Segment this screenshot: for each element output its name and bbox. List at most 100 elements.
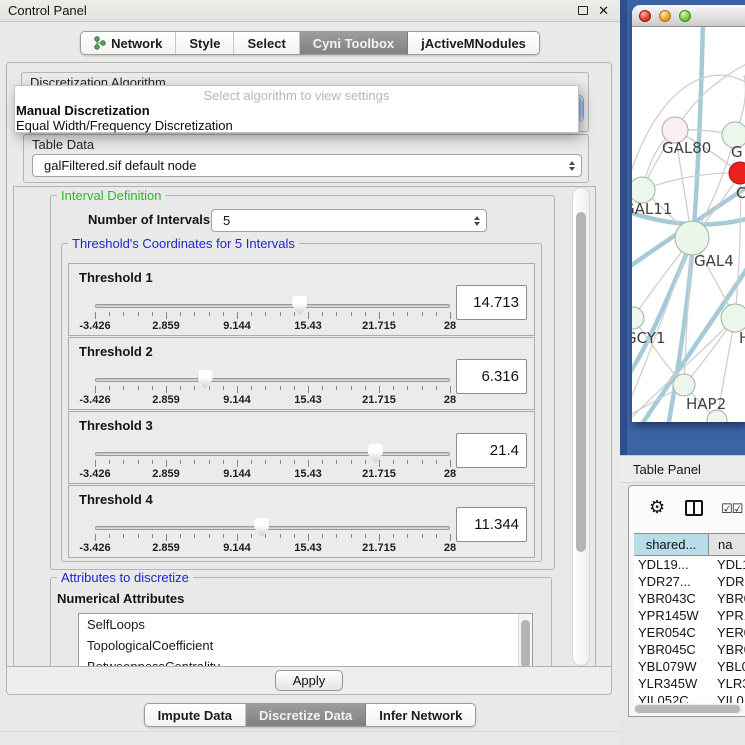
- threshold-value-field[interactable]: 14.713: [456, 285, 527, 320]
- table-row[interactable]: YBR043CYBR0: [634, 591, 745, 608]
- list-scrollbar[interactable]: [518, 614, 532, 668]
- slider-track[interactable]: [95, 304, 450, 308]
- table-row[interactable]: YBL079WYBL0: [634, 659, 745, 676]
- cell-name[interactable]: YDR2: [710, 574, 745, 591]
- tab-label: Network: [111, 36, 162, 51]
- tab-infer-network[interactable]: Infer Network: [366, 704, 475, 726]
- table-data-combo[interactable]: galFiltered.sif default node: [32, 154, 582, 177]
- network-edge-thick[interactable]: [693, 27, 703, 239]
- column-header-shared-name[interactable]: shared...: [634, 534, 709, 555]
- table-row[interactable]: YBR045CYBR0: [634, 642, 745, 659]
- cell-name[interactable]: YBL0: [710, 659, 745, 676]
- settings-scroll-viewport: Interval Definition Number of Intervals …: [13, 186, 596, 668]
- number-of-intervals-label: Number of Intervals: [88, 212, 210, 227]
- combo-stepper[interactable]: [569, 161, 575, 171]
- checkbox-icons[interactable]: ☑☑: [721, 501, 742, 517]
- combo-stepper[interactable]: [474, 216, 480, 226]
- cell-shared-name[interactable]: YER054C: [634, 625, 710, 642]
- table-row[interactable]: YIL052CYIL0: [634, 693, 745, 703]
- cell-shared-name[interactable]: YBR045C: [634, 642, 710, 659]
- tab-style[interactable]: Style: [176, 32, 234, 54]
- tab-select[interactable]: Select: [234, 32, 299, 54]
- algorithm-option[interactable]: Equal Width/Frequency Discretization: [15, 118, 578, 133]
- network-node-c[interactable]: [729, 162, 745, 184]
- network-edge[interactable]: [675, 62, 745, 130]
- tab-impute-data[interactable]: Impute Data: [145, 704, 246, 726]
- gear-icon[interactable]: ⚙: [649, 497, 665, 517]
- cell-name[interactable]: YIL0: [710, 693, 745, 703]
- threshold-value-field[interactable]: 21.4: [456, 433, 527, 468]
- tab-network[interactable]: Network: [81, 32, 176, 54]
- network-node-label: G: [731, 143, 743, 161]
- tab-cyni-toolbox[interactable]: Cyni Toolbox: [300, 32, 408, 54]
- column-header-name[interactable]: na: [709, 534, 745, 555]
- cell-name[interactable]: YDL1: [710, 557, 745, 574]
- list-scrollbar-thumb[interactable]: [521, 620, 530, 668]
- cell-shared-name[interactable]: YDL19...: [634, 557, 710, 574]
- float-window-icon[interactable]: [578, 6, 588, 15]
- table-rows: YDL19...YDL1YDR27...YDR2YBR043CYBR0YPR14…: [634, 557, 745, 703]
- slider-track[interactable]: [95, 452, 450, 456]
- network-window-titlebar[interactable]: [632, 5, 745, 27]
- network-edge[interactable]: [642, 173, 740, 190]
- cell-shared-name[interactable]: YDR27...: [634, 574, 710, 591]
- top-tab-bar: Network StyleSelectCyni ToolboxjActiveMNo…: [0, 31, 620, 55]
- table-row[interactable]: YER054CYER0: [634, 625, 745, 642]
- numerical-attributes-list[interactable]: SelfLoopsTopologicalCoefficientBetweenne…: [78, 613, 533, 668]
- network-node-label: HAP2: [686, 395, 726, 413]
- table-data-group: Table Data galFiltered.sif default node: [23, 134, 589, 183]
- zoom-traffic-light-icon[interactable]: [679, 10, 691, 22]
- table-hscrollbar[interactable]: [634, 704, 743, 714]
- panel-scrollbar-thumb[interactable]: [576, 212, 586, 552]
- network-node-hap2[interactable]: [673, 374, 695, 396]
- apply-button[interactable]: Apply: [275, 670, 343, 691]
- attributes-group-title: Attributes to discretize: [57, 570, 193, 585]
- slider-track[interactable]: [95, 378, 450, 382]
- slider-track[interactable]: [95, 526, 450, 530]
- attribute-list-item[interactable]: SelfLoops: [79, 614, 532, 635]
- threshold-label: Threshold 3: [79, 418, 153, 433]
- minimize-traffic-light-icon[interactable]: [659, 10, 671, 22]
- cell-name[interactable]: YER0: [710, 625, 745, 642]
- table-row[interactable]: YDR27...YDR2: [634, 574, 745, 591]
- table-row[interactable]: YDL19...YDL1: [634, 557, 745, 574]
- number-of-intervals-combo[interactable]: 5: [211, 209, 487, 232]
- table-row[interactable]: YLR345WYLR3: [634, 676, 745, 693]
- table-data-title: Table Data: [32, 137, 94, 152]
- network-canvas[interactable]: GAL80GCGAL11GAL4GCY1HHAP2: [632, 27, 745, 422]
- table-row[interactable]: YPR145WYPR1: [634, 608, 745, 625]
- close-traffic-light-icon[interactable]: [639, 10, 651, 22]
- slider-ticks: [95, 460, 450, 468]
- network-node-label: GCY1: [632, 329, 666, 347]
- algorithm-option[interactable]: Manual Discretization: [15, 103, 578, 118]
- cell-name[interactable]: YBR0: [710, 642, 745, 659]
- panel-scrollbar[interactable]: [572, 187, 590, 666]
- network-node-gal4[interactable]: [675, 221, 709, 255]
- cell-name[interactable]: YBR0: [710, 591, 745, 608]
- table-hscrollbar-thumb[interactable]: [635, 705, 740, 713]
- control-panel: Control Panel ✕ NetworkStyleSelectCyni T…: [0, 0, 620, 745]
- close-icon[interactable]: ✕: [598, 2, 609, 20]
- attribute-list-item[interactable]: TopologicalCoefficient: [79, 635, 532, 656]
- cell-name[interactable]: YPR1: [710, 608, 745, 625]
- network-node-label: GAL80: [662, 139, 711, 157]
- numerical-attributes-label: Numerical Attributes: [57, 591, 184, 606]
- split-column-icon[interactable]: [685, 500, 703, 516]
- tab-discretize-data[interactable]: Discretize Data: [246, 704, 366, 726]
- algorithm-dropdown-popup: Select algorithm to view settings Manual…: [14, 85, 579, 133]
- threshold-row: Threshold 4-3.4262.8599.14415.4321.71528…: [68, 485, 535, 558]
- cell-shared-name[interactable]: YBR043C: [634, 591, 710, 608]
- thresholds-group-title: Threshold's Coordinates for 5 Intervals: [68, 236, 299, 251]
- threshold-label: Threshold 1: [79, 270, 153, 285]
- threshold-value-field[interactable]: 11.344: [456, 507, 527, 542]
- threshold-value-field[interactable]: 6.316: [456, 359, 527, 394]
- cell-shared-name[interactable]: YLR345W: [634, 676, 710, 693]
- cell-shared-name[interactable]: YBL079W: [634, 659, 710, 676]
- network-node-h[interactable]: [721, 304, 745, 332]
- cell-shared-name[interactable]: YPR145W: [634, 608, 710, 625]
- cell-shared-name[interactable]: YIL052C: [634, 693, 710, 703]
- network-node-gcy1[interactable]: [632, 307, 644, 329]
- tab-jactivemnodules[interactable]: jActiveMNodules: [408, 32, 539, 54]
- interval-definition-title: Interval Definition: [57, 188, 165, 203]
- cell-name[interactable]: YLR3: [710, 676, 745, 693]
